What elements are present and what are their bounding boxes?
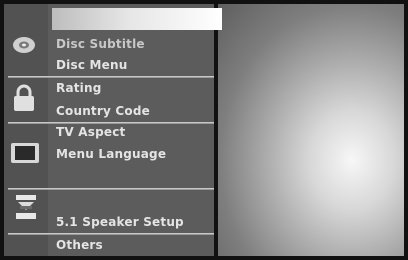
menu-item-disc-menu[interactable]: Disc Menu — [56, 58, 127, 72]
disc-icon — [13, 37, 35, 53]
menu-item-country-code[interactable]: Country Code — [56, 104, 150, 118]
menu-item-disc-subtitle[interactable]: Disc Subtitle — [56, 37, 145, 51]
lock-icon — [14, 84, 34, 111]
menu-item-speaker-setup[interactable]: 5.1 Speaker Setup — [56, 215, 184, 229]
divider — [8, 76, 214, 78]
tv-icon — [11, 143, 39, 163]
menu-item-others[interactable]: Others — [56, 238, 103, 252]
preview-area — [218, 4, 404, 256]
divider — [8, 233, 214, 235]
menu-title-bar — [52, 8, 222, 30]
menu-item-tv-aspect[interactable]: TV Aspect — [56, 125, 125, 139]
menu-item-menu-language[interactable]: Menu Language — [56, 147, 166, 161]
menu-item-rating[interactable]: Rating — [56, 81, 102, 95]
divider — [8, 188, 214, 190]
speaker-icon — [16, 195, 36, 219]
setup-screen: Disc Subtitle Disc Menu Rating Country C… — [0, 0, 408, 260]
divider — [8, 122, 214, 124]
